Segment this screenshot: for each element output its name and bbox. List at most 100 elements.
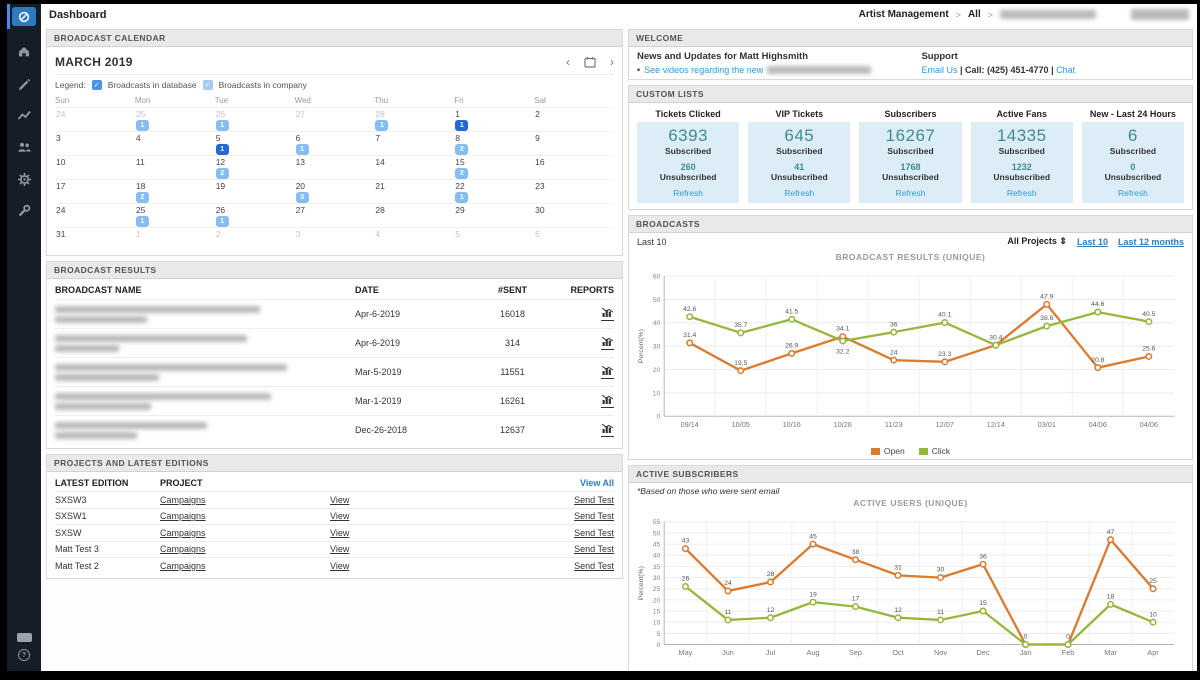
- data-point[interactable]: [1043, 300, 1051, 308]
- data-point[interactable]: [941, 319, 949, 327]
- view-link[interactable]: View: [330, 544, 349, 554]
- calendar-day[interactable]: 25 1: [134, 203, 215, 227]
- data-point[interactable]: [681, 545, 689, 553]
- view-link[interactable]: View: [330, 528, 349, 538]
- broadcast-name-redacted[interactable]: [55, 334, 355, 352]
- calendar-day[interactable]: 31: [55, 227, 135, 251]
- calendar-day[interactable]: 24: [55, 107, 135, 131]
- data-point[interactable]: [724, 587, 732, 595]
- data-point[interactable]: [992, 341, 1000, 349]
- report-chart-button[interactable]: [601, 423, 614, 437]
- calendar-day[interactable]: 14: [374, 155, 455, 179]
- data-point[interactable]: [737, 329, 745, 337]
- data-point[interactable]: [737, 367, 745, 375]
- view-link[interactable]: View: [330, 511, 349, 521]
- broadcast-name-redacted[interactable]: [55, 305, 355, 323]
- broadcast-count-badge[interactable]: 1: [215, 216, 229, 227]
- next-month-icon[interactable]: ›: [610, 56, 614, 68]
- broadcast-count-badge[interactable]: 1: [455, 120, 469, 131]
- calendar-day[interactable]: 30: [534, 203, 614, 227]
- data-point[interactable]: [809, 598, 817, 606]
- calendar-day[interactable]: 4: [134, 131, 215, 155]
- project-link[interactable]: Campaigns: [160, 561, 206, 571]
- calendar-day[interactable]: 11: [134, 155, 215, 179]
- calendar-day[interactable]: 11: [454, 107, 535, 131]
- calendar-day[interactable]: 22 1: [454, 179, 535, 203]
- data-point[interactable]: [1094, 308, 1102, 316]
- broadcast-name-redacted[interactable]: [55, 363, 355, 381]
- breadcrumb-redacted-item[interactable]: [1000, 10, 1096, 19]
- last-12-months-link[interactable]: Last 12 months: [1118, 237, 1184, 247]
- broadcast-count-badge[interactable]: 2: [135, 192, 149, 203]
- broadcast-count-badge[interactable]: 1: [215, 144, 229, 155]
- broadcast-count-badge[interactable]: 2: [215, 168, 229, 179]
- data-point[interactable]: [1094, 364, 1102, 372]
- send-test-link[interactable]: Send Test: [574, 561, 614, 571]
- calendar-day[interactable]: 6: [534, 227, 614, 251]
- calendar-day[interactable]: 61: [294, 131, 375, 155]
- calendar-day[interactable]: 29: [454, 203, 535, 227]
- view-link[interactable]: View: [330, 561, 349, 571]
- data-point[interactable]: [1107, 600, 1115, 608]
- calendar-day[interactable]: 3: [55, 131, 135, 155]
- data-point[interactable]: [851, 556, 860, 564]
- broadcast-count-badge[interactable]: 3: [295, 192, 309, 203]
- data-point[interactable]: [894, 614, 902, 622]
- calendar-day[interactable]: 13: [294, 155, 375, 179]
- send-test-link[interactable]: Send Test: [574, 544, 614, 554]
- calendar-day[interactable]: 27: [294, 107, 375, 131]
- line-chart-icon[interactable]: [16, 107, 32, 123]
- users-icon[interactable]: [16, 139, 32, 155]
- calendar-day[interactable]: 82: [454, 131, 535, 155]
- calendar-icon[interactable]: [584, 56, 596, 68]
- data-point[interactable]: [1149, 585, 1157, 593]
- data-point[interactable]: [979, 607, 987, 615]
- calendar-day[interactable]: 12 2: [214, 155, 295, 179]
- data-point[interactable]: [788, 349, 796, 357]
- data-point[interactable]: [839, 337, 847, 345]
- calendar-day[interactable]: 1: [134, 227, 215, 251]
- data-point[interactable]: [851, 603, 860, 611]
- project-link[interactable]: Campaigns: [160, 544, 206, 554]
- data-point[interactable]: [681, 582, 689, 591]
- calendar-day[interactable]: 26 1: [214, 203, 295, 227]
- report-chart-button[interactable]: [601, 365, 614, 379]
- calendar-day[interactable]: 26 1: [214, 107, 295, 131]
- data-point[interactable]: [1064, 640, 1072, 648]
- email-us-link[interactable]: Email Us: [921, 65, 957, 75]
- calendar-day[interactable]: 24: [55, 203, 135, 227]
- calendar-day[interactable]: 5: [454, 227, 535, 251]
- data-point[interactable]: [766, 614, 774, 622]
- broadcast-name-redacted[interactable]: [55, 392, 355, 410]
- help-icon[interactable]: ?: [18, 649, 30, 661]
- calendar-day[interactable]: 16: [534, 155, 614, 179]
- calendar-day[interactable]: 10: [55, 155, 135, 179]
- breadcrumb-artist-management[interactable]: Artist Management: [859, 9, 949, 20]
- calendar-day[interactable]: 28: [374, 203, 455, 227]
- broadcast-count-badge[interactable]: 1: [135, 216, 149, 227]
- calendar-day[interactable]: 2: [214, 227, 295, 251]
- data-point[interactable]: [1107, 536, 1115, 544]
- data-point[interactable]: [788, 315, 796, 323]
- send-test-link[interactable]: Send Test: [574, 495, 614, 505]
- data-point[interactable]: [890, 356, 898, 364]
- refresh-link[interactable]: Refresh: [973, 188, 1071, 198]
- data-point[interactable]: [1145, 318, 1153, 326]
- flag-icon[interactable]: [16, 633, 32, 642]
- refresh-link[interactable]: Refresh: [750, 188, 848, 198]
- view-all-link[interactable]: View All: [580, 478, 614, 488]
- data-point[interactable]: [890, 328, 898, 336]
- report-chart-button[interactable]: [601, 336, 614, 350]
- refresh-link[interactable]: Refresh: [639, 188, 737, 198]
- broadcast-count-badge[interactable]: 1: [295, 144, 309, 155]
- data-point[interactable]: [724, 616, 732, 624]
- prev-month-icon[interactable]: ‹: [566, 56, 570, 68]
- data-point[interactable]: [686, 339, 694, 347]
- project-link[interactable]: Campaigns: [160, 528, 206, 538]
- tools-wrench-icon[interactable]: [16, 203, 32, 219]
- broadcast-count-badge[interactable]: 1: [215, 120, 229, 131]
- send-test-link[interactable]: Send Test: [574, 511, 614, 521]
- send-test-link[interactable]: Send Test: [574, 528, 614, 538]
- chat-link[interactable]: Chat: [1056, 65, 1075, 75]
- checkbox-broadcasts-in-company[interactable]: ✓: [202, 80, 213, 90]
